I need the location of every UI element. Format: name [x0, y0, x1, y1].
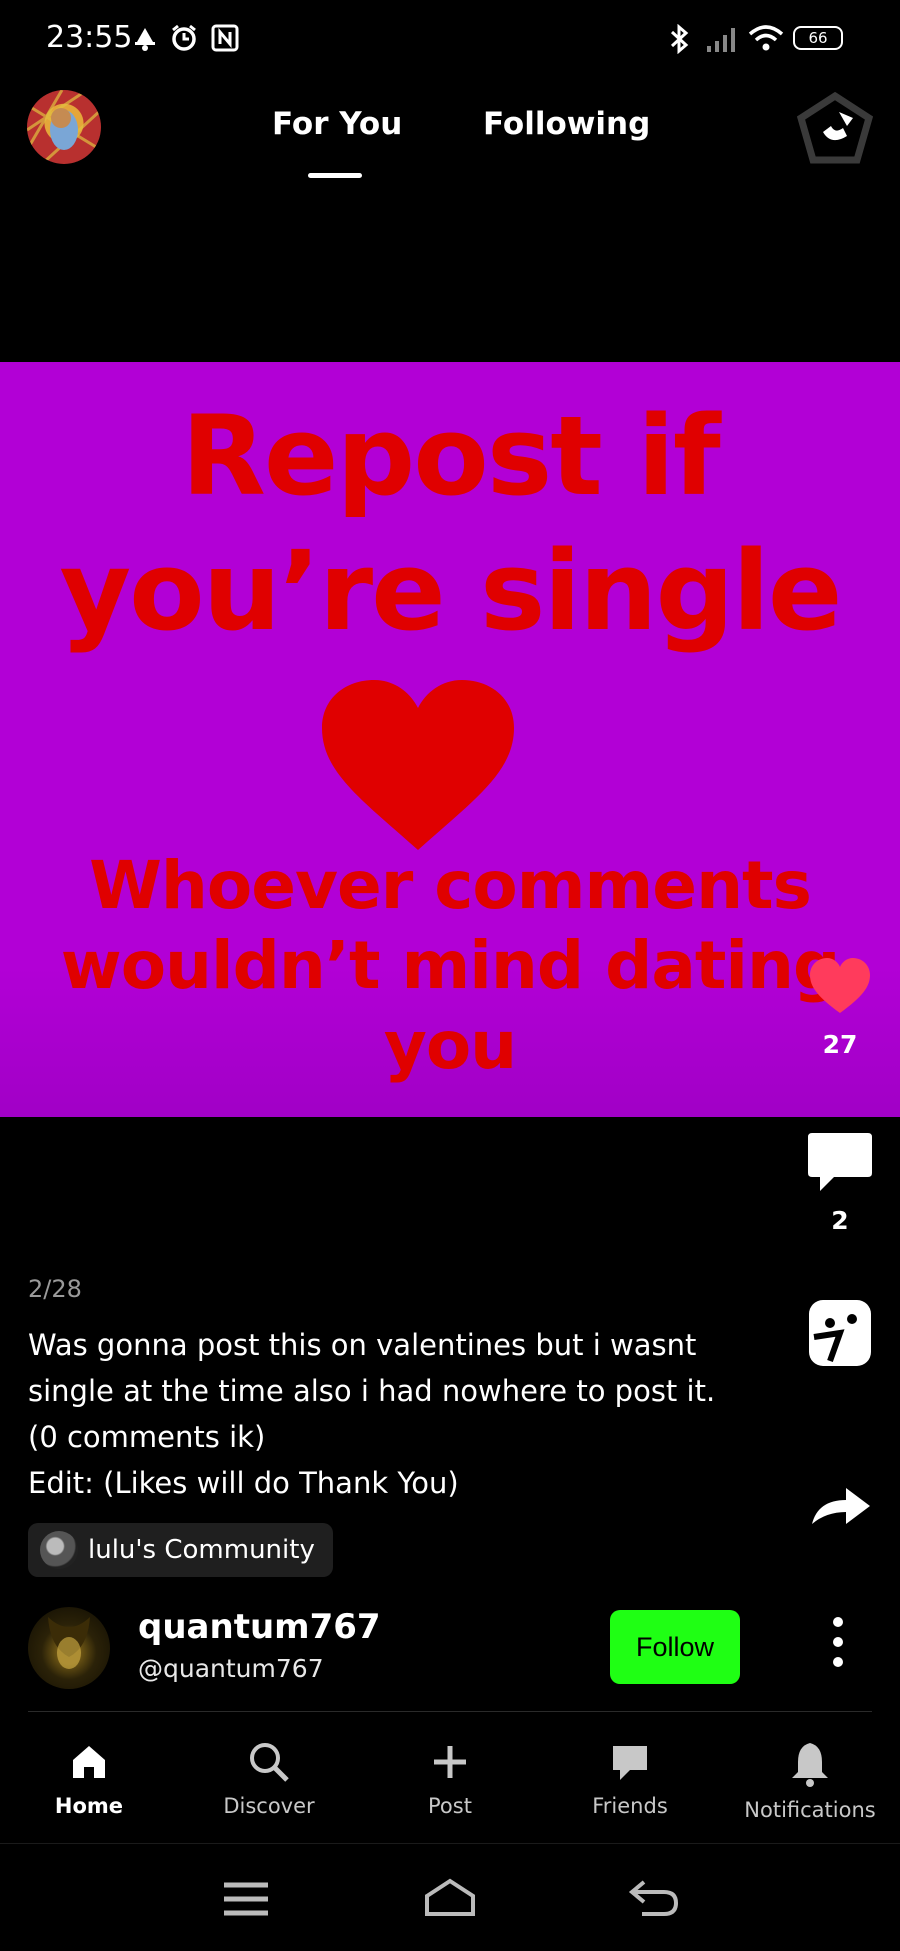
heart-graphic — [322, 680, 514, 850]
plus-icon — [434, 1746, 466, 1778]
nav-notifications[interactable]: Notifications — [740, 1740, 880, 1822]
notification-icon — [135, 28, 155, 51]
post-caption: Was gonna post this on valentines but i … — [28, 1322, 768, 1506]
nav-post[interactable]: Post — [380, 1740, 520, 1818]
image-text-line5: you — [383, 1007, 517, 1084]
image-text-line4: wouldn’t mind dating — [60, 927, 841, 1004]
caption-line: single at the time also i had nowhere to… — [28, 1374, 716, 1408]
post-date: 2/28 — [28, 1275, 82, 1303]
status-time: 23:55 — [46, 20, 133, 55]
community-name: lulu's Community — [88, 1535, 315, 1565]
back-icon[interactable] — [628, 1878, 680, 1918]
tab-following[interactable]: Following — [483, 106, 650, 142]
nav-home-label: Home — [54, 1794, 124, 1818]
pentagon-badge-icon[interactable] — [795, 90, 875, 170]
avatar-image — [27, 90, 101, 164]
author-name[interactable]: quantum767 — [138, 1607, 381, 1647]
nfc-icon — [211, 24, 239, 52]
home-icon — [73, 1746, 105, 1778]
image-text-line1: Repost if — [181, 392, 721, 520]
menu-icon[interactable] — [222, 1881, 270, 1917]
divider — [28, 1711, 872, 1712]
nav-post-label: Post — [428, 1794, 472, 1818]
comment-button[interactable] — [800, 1125, 880, 1195]
battery-level: 66 — [808, 29, 828, 47]
system-nav-bar — [0, 1843, 900, 1951]
post-image[interactable]: Repost if you’re single Whoever comments… — [0, 362, 900, 1117]
image-text-line3: Whoever comments — [89, 847, 812, 924]
author-handle[interactable]: @quantum767 — [138, 1654, 324, 1683]
nav-friends[interactable]: Friends — [560, 1740, 700, 1818]
search-icon — [250, 1743, 289, 1782]
nav-home[interactable]: Home — [19, 1740, 159, 1818]
community-chip[interactable]: lulu's Community — [28, 1523, 333, 1577]
chat-icon — [613, 1746, 647, 1780]
nav-discover[interactable]: Discover — [199, 1740, 339, 1818]
profile-avatar[interactable] — [27, 90, 101, 164]
bell-icon — [792, 1743, 828, 1787]
follow-button[interactable]: Follow — [610, 1610, 740, 1684]
wifi-icon — [748, 25, 784, 51]
caption-line: Was gonna post this on valentines but i … — [28, 1328, 697, 1362]
battery-icon: 66 — [793, 26, 843, 50]
caption-line: (0 comments ik) — [28, 1420, 266, 1454]
like-button[interactable] — [800, 955, 880, 1015]
alarm-icon — [172, 24, 196, 51]
comment-count: 2 — [831, 1206, 849, 1235]
author-avatar[interactable] — [28, 1607, 110, 1689]
home-gesture-icon[interactable] — [424, 1878, 476, 1918]
author-avatar-image — [48, 1617, 90, 1669]
image-text-line2: you’re single — [59, 527, 842, 655]
nav-discover-label: Discover — [223, 1794, 315, 1818]
more-options-icon[interactable] — [826, 1612, 850, 1672]
share-button[interactable] — [800, 1480, 880, 1530]
nav-friends-label: Friends — [592, 1794, 668, 1818]
bluetooth-icon — [670, 24, 689, 54]
status-bar: 23:55 66 — [0, 0, 900, 80]
tab-for-you[interactable]: For You — [272, 106, 402, 142]
community-avatar — [40, 1531, 78, 1569]
caption-line: Edit: (Likes will do Thank You) — [28, 1466, 459, 1500]
active-tab-indicator — [308, 173, 362, 178]
like-count: 27 — [822, 1030, 858, 1059]
repost-button[interactable] — [800, 1297, 880, 1369]
signal-icon — [707, 28, 735, 52]
nav-notifications-label: Notifications — [744, 1798, 876, 1822]
